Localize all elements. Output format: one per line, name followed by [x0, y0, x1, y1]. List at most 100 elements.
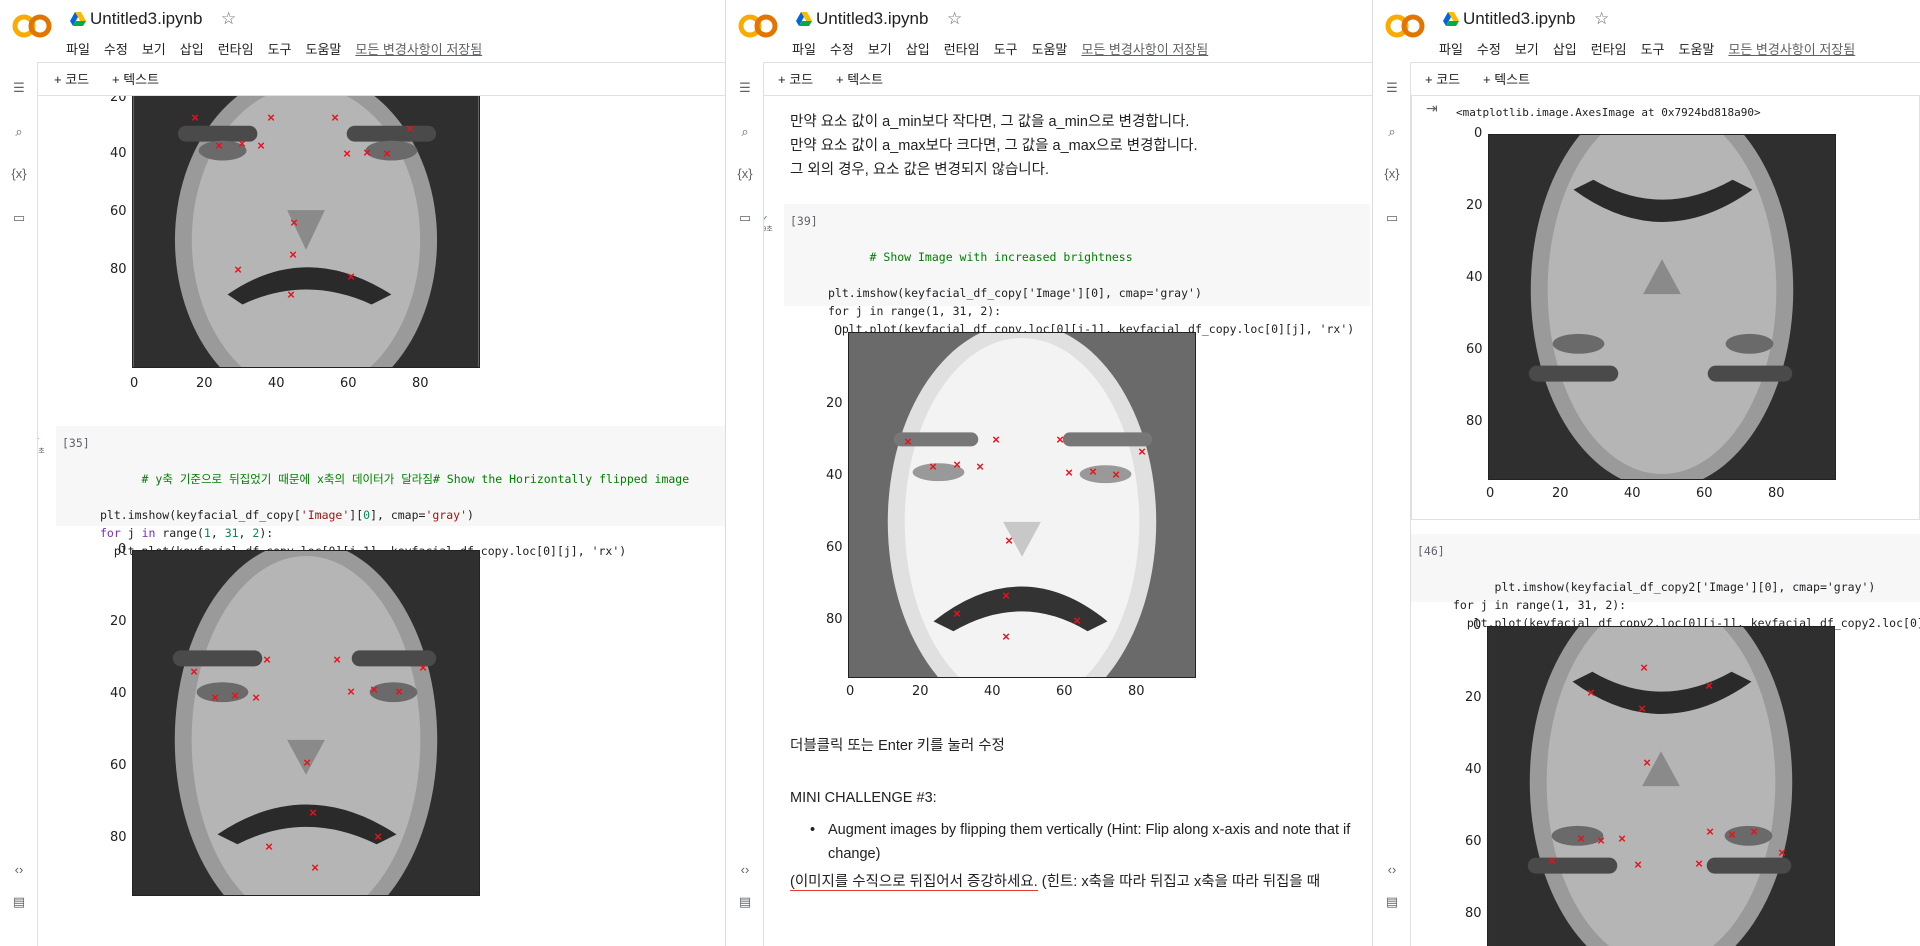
code-snippets-icon[interactable]: ‹›: [735, 862, 755, 882]
folder-icon[interactable]: ▭: [735, 210, 755, 230]
menu-help[interactable]: 도움말: [1032, 39, 1068, 58]
search-icon[interactable]: ⌕: [9, 124, 29, 144]
menu-bar: 파일 수정 보기 삽입 런타임 도구 도움말 모든 변경사항이 저장됨: [1439, 39, 1855, 58]
keypoint-mark: ×: [267, 110, 275, 125]
x-tick-label: 20: [1552, 486, 1569, 501]
menu-insert[interactable]: 삽입: [906, 39, 930, 58]
saved-status[interactable]: 모든 변경사항이 저장됨: [1728, 39, 1855, 58]
keypoint-mark: ×: [1638, 701, 1646, 716]
keypoint-mark: ×: [363, 145, 371, 160]
face-image: [848, 332, 1196, 678]
add-code-button[interactable]: + 코드: [54, 69, 89, 88]
menu-tools[interactable]: 도구: [1641, 39, 1665, 58]
notebook-title[interactable]: Untitled3.ipynb: [90, 9, 202, 29]
keypoint-mark: ×: [1112, 467, 1120, 482]
code-cell[interactable]: ✓ 0초 [39] # Show Image with increased brig…: [764, 204, 1370, 336]
add-code-button[interactable]: + 코드: [778, 69, 813, 88]
add-code-button[interactable]: + 코드: [1425, 69, 1460, 88]
code-snippets-icon[interactable]: ‹›: [9, 862, 29, 882]
menu-tools[interactable]: 도구: [268, 39, 292, 58]
keypoint-mark: ×: [1089, 464, 1097, 479]
folder-icon[interactable]: ▭: [1382, 210, 1402, 230]
menu-edit[interactable]: 수정: [830, 39, 854, 58]
notebook-title[interactable]: Untitled3.ipynb: [1463, 9, 1575, 29]
notebook-pane-3: Untitled3.ipynb ☆ 파일 수정 보기 삽입 런타임 도구 도움말…: [1373, 0, 1920, 946]
notebook-title[interactable]: Untitled3.ipynb: [816, 9, 928, 29]
add-text-button[interactable]: + 텍스트: [112, 69, 159, 88]
markdown-text: 만약 요소 값이 a_min보다 작다면, 그 값을 a_min으로 변경합니다…: [790, 110, 1197, 182]
execution-count: [46]: [1417, 544, 1445, 558]
star-icon[interactable]: ☆: [1594, 9, 1609, 29]
code-cell[interactable]: ✓1초 [35] # y축 기준으로 뒤집었기 때문에 x축의 데이터가 달라짐#…: [38, 426, 725, 558]
star-icon[interactable]: ☆: [947, 9, 962, 29]
x-tick-label: 80: [412, 376, 429, 391]
menu-tools[interactable]: 도구: [994, 39, 1018, 58]
x-tick-label: 60: [1056, 684, 1073, 699]
toc-icon[interactable]: ☰: [9, 80, 29, 100]
menu-help[interactable]: 도움말: [1679, 39, 1715, 58]
saved-status[interactable]: 모든 변경사항이 저장됨: [355, 39, 482, 58]
y-tick-label: 0: [834, 324, 843, 339]
code-snippets-icon[interactable]: ‹›: [1382, 862, 1402, 882]
keypoint-mark: ×: [419, 660, 427, 675]
menu-insert[interactable]: 삽입: [180, 39, 204, 58]
menu-bar: 파일 수정 보기 삽입 런타임 도구 도움말 모든 변경사항이 저장됨: [66, 39, 482, 58]
menu-file[interactable]: 파일: [792, 39, 816, 58]
menu-insert[interactable]: 삽입: [1553, 39, 1577, 58]
menu-edit[interactable]: 수정: [1477, 39, 1501, 58]
y-tick-label: 40: [110, 146, 127, 161]
output-text: <matplotlib.image.AxesImage at 0x7924bd8…: [1456, 106, 1761, 119]
code-cell[interactable]: ✓0초 [46]plt.imshow(keyfacial_df_copy2['I…: [1411, 534, 1920, 630]
menu-edit[interactable]: 수정: [104, 39, 128, 58]
menu-runtime[interactable]: 런타임: [218, 39, 254, 58]
y-tick-label: 80: [826, 612, 843, 627]
face-plot: × × × × × × × × × × × × × × × 20 40 60 8…: [110, 96, 492, 400]
keypoint-mark: ×: [383, 146, 391, 161]
terminal-icon[interactable]: ▤: [735, 894, 755, 914]
menu-runtime[interactable]: 런타임: [1591, 39, 1627, 58]
keypoint-mark: ×: [347, 269, 355, 284]
folder-icon[interactable]: ▭: [9, 210, 29, 230]
keypoint-mark: ×: [1618, 831, 1626, 846]
colab-logo-icon[interactable]: [1385, 14, 1425, 38]
menu-help[interactable]: 도움말: [306, 39, 342, 58]
notebook-pane-2: Untitled3.ipynb ☆ 파일 수정 보기 삽입 런타임 도구 도움말…: [726, 0, 1372, 946]
menu-view[interactable]: 보기: [868, 39, 892, 58]
toc-icon[interactable]: ☰: [1382, 80, 1402, 100]
y-tick-label: 80: [1465, 906, 1482, 921]
output-icon[interactable]: ⇥: [1426, 100, 1438, 117]
keypoint-mark: ×: [1750, 824, 1758, 839]
menu-file[interactable]: 파일: [1439, 39, 1463, 58]
terminal-icon[interactable]: ▤: [9, 894, 29, 914]
keypoint-mark: ×: [406, 121, 414, 136]
add-text-button[interactable]: + 텍스트: [1483, 69, 1530, 88]
keypoint-mark: ×: [287, 287, 295, 302]
menu-file[interactable]: 파일: [66, 39, 90, 58]
code-comment: # Show Image with increased brightness: [869, 250, 1133, 264]
star-icon[interactable]: ☆: [221, 9, 236, 29]
face-image: [1487, 626, 1835, 946]
keypoint-mark: ×: [1587, 685, 1595, 700]
add-text-button[interactable]: + 텍스트: [836, 69, 883, 88]
y-tick-label: 40: [1465, 762, 1482, 777]
terminal-icon[interactable]: ▤: [1382, 894, 1402, 914]
variables-icon[interactable]: {x}: [9, 166, 29, 186]
edit-hint[interactable]: 더블클릭 또는 Enter 키를 눌러 수정: [790, 734, 1005, 758]
variables-icon[interactable]: {x}: [735, 166, 755, 186]
variables-icon[interactable]: {x}: [1382, 166, 1402, 186]
challenge-title: MINI CHALLENGE #3:: [790, 790, 937, 806]
toc-icon[interactable]: ☰: [735, 80, 755, 100]
saved-status[interactable]: 모든 변경사항이 저장됨: [1081, 39, 1208, 58]
bullet-dot: •: [810, 822, 816, 838]
keypoint-mark: ×: [1728, 827, 1736, 842]
y-tick-label: 20: [110, 614, 127, 629]
menu-view[interactable]: 보기: [142, 39, 166, 58]
menu-runtime[interactable]: 런타임: [944, 39, 980, 58]
search-icon[interactable]: ⌕: [1382, 124, 1402, 144]
colab-logo-icon[interactable]: [738, 14, 778, 38]
drive-icon: [70, 12, 86, 26]
menu-view[interactable]: 보기: [1515, 39, 1539, 58]
search-icon[interactable]: ⌕: [735, 124, 755, 144]
colab-logo-icon[interactable]: [12, 14, 52, 38]
notebook-content: × × × × × × × × × × × × × × × 20 40 60 8…: [38, 96, 725, 946]
